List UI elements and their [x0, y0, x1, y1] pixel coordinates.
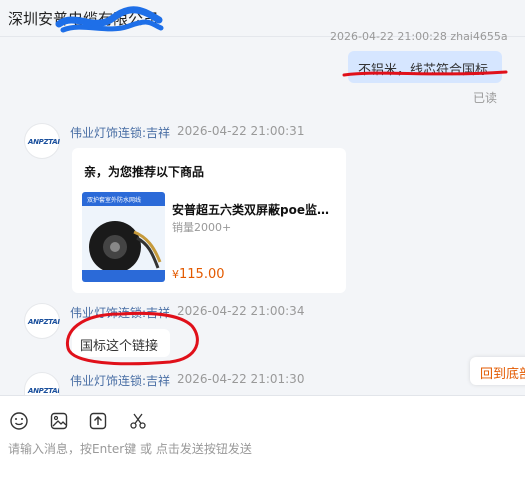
read-status: 已读	[473, 91, 498, 105]
avatar-logo-text: ANPZTAI	[28, 318, 60, 326]
chat-title: 深圳安普电缆有限公司	[8, 10, 159, 28]
incoming-text: 国标这个链接	[80, 339, 159, 354]
outgoing-bubble[interactable]: 不铝米，线芯符合国标	[348, 51, 502, 83]
sender-name: 伟业灯饰连锁:吉祥	[70, 374, 171, 388]
input-area: 请输入消息，按Enter键 或 点击发送按钮发送	[0, 396, 525, 497]
scissors-icon[interactable]	[127, 410, 149, 432]
price-amount: 115.00	[179, 267, 225, 282]
emoji-icon[interactable]	[8, 410, 30, 432]
image-icon[interactable]	[48, 410, 70, 432]
sender-name: 伟业灯饰连锁:吉祥	[70, 306, 171, 320]
message-time: 2026-04-22 21:00:31	[177, 124, 305, 138]
card-header: 亲，为您推荐以下商品	[84, 165, 205, 179]
message-input[interactable]: 请输入消息，按Enter键 或 点击发送按钮发送	[8, 440, 252, 457]
avatar[interactable]: ANPZTAI	[24, 372, 60, 396]
product-price: ¥115.00	[172, 263, 225, 282]
avatar-logo-text: ANPZTAI	[28, 138, 60, 146]
back-to-bottom-button[interactable]: 回到底部	[470, 357, 525, 385]
product-image[interactable]: 双护套室外防水网线	[82, 192, 165, 282]
avatar[interactable]: ANPZTAI	[24, 123, 60, 159]
incoming-bubble[interactable]: 国标这个链接	[72, 329, 170, 357]
cable-reel-icon	[82, 192, 165, 282]
message-time: 2026-04-22 21:00:34	[177, 304, 305, 318]
sender-name: 伟业灯饰连锁:吉祥	[70, 126, 171, 140]
product-title[interactable]: 安普超五六类双屏蔽poe监控网线	[172, 201, 338, 218]
avatar[interactable]: ANPZTAI	[24, 303, 60, 339]
avatar-logo-text: ANPZTAI	[28, 387, 60, 395]
price-symbol: ¥	[172, 268, 179, 281]
back-to-bottom-label: 回到底部	[480, 367, 525, 382]
outgoing-meta: 2026-04-22 21:00:28 zhai4655a	[330, 30, 508, 43]
product-card[interactable]: 亲，为您推荐以下商品 双护套室外防水网线 安普超五六类双屏蔽poe监控网线 销量…	[72, 148, 346, 293]
outgoing-text: 不铝米，线芯符合国标	[358, 63, 489, 78]
message-time: 2026-04-22 21:01:30	[177, 372, 305, 386]
upload-icon[interactable]	[87, 410, 109, 432]
product-sales: 销量2000+	[172, 221, 232, 234]
image-caption: 双护套室外防水网线	[85, 194, 144, 205]
